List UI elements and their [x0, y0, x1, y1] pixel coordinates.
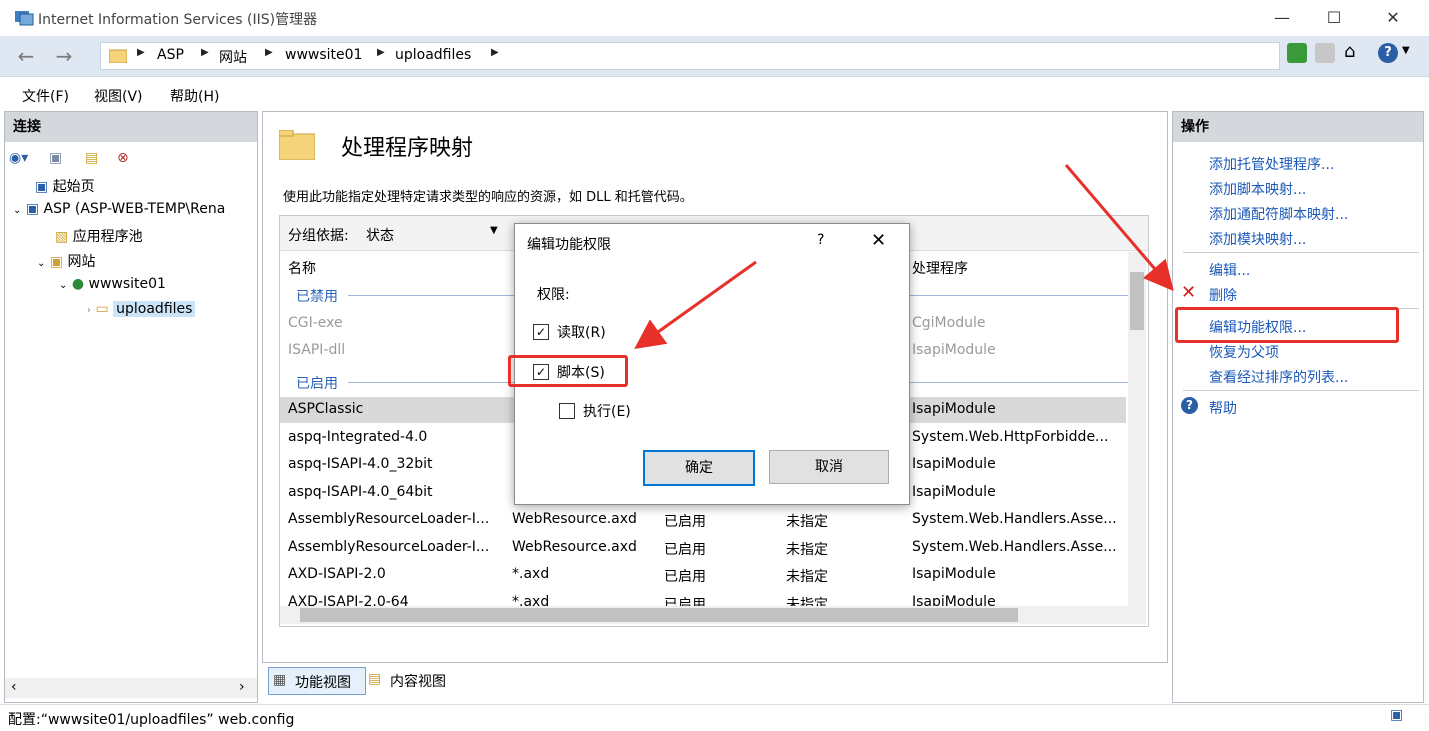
network-icon: ▣	[1390, 707, 1404, 723]
annotation-arrow	[1064, 164, 1174, 292]
status-bar: 配置:“wwwsite01/uploadfiles” web.config ▣	[0, 704, 1429, 731]
annotation-arrows	[634, 164, 1174, 349]
status-text: 配置:“wwwsite01/uploadfiles” web.config	[8, 712, 295, 728]
annotation-arrow	[634, 260, 757, 349]
